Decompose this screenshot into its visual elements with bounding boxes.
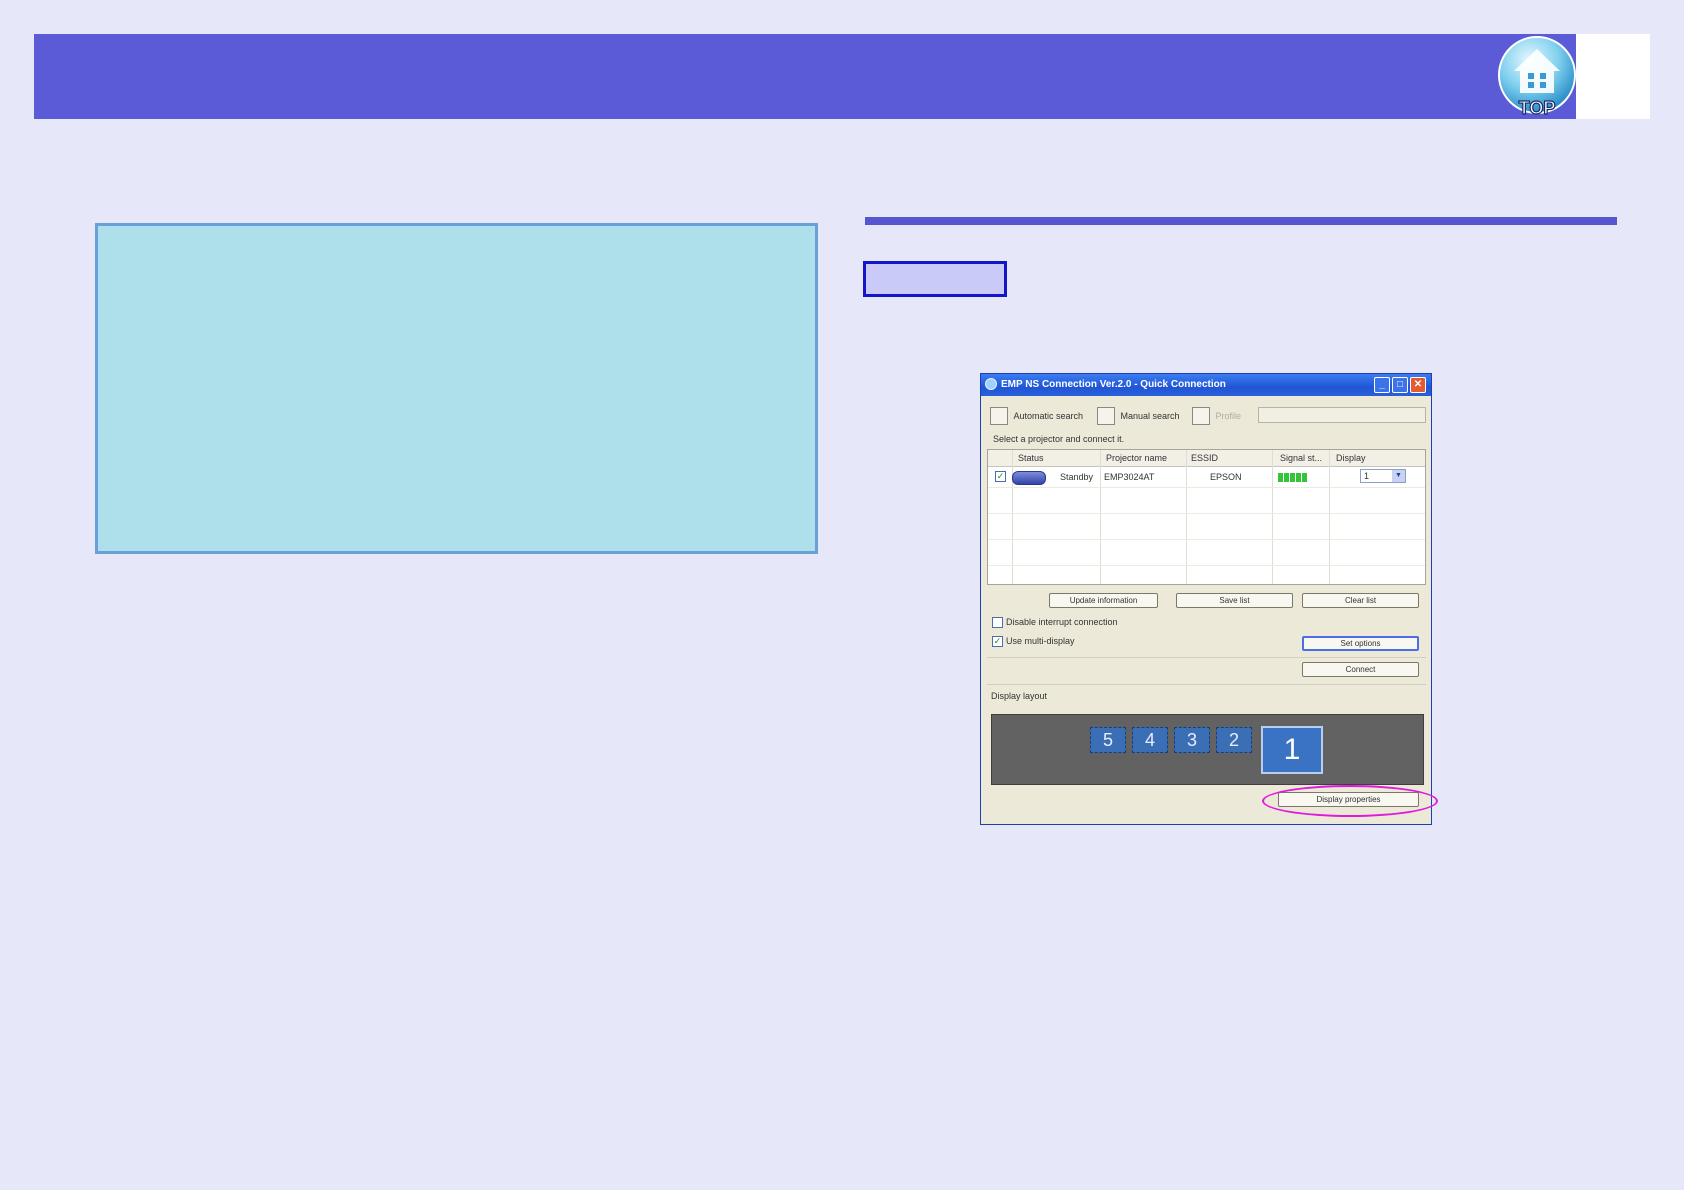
column-separator <box>1272 450 1273 584</box>
projector-checkbox[interactable]: ✓ <box>995 471 1006 482</box>
hint-text: Select a projector and connect it. <box>993 434 1125 444</box>
display-layout-panel[interactable]: 5 4 3 2 1 <box>991 714 1424 785</box>
profile-icon <box>1192 407 1210 425</box>
divider <box>987 684 1426 685</box>
automatic-search-icon <box>990 407 1008 425</box>
monitor-1-main[interactable]: 1 <box>1261 726 1323 774</box>
profile-button[interactable]: Profile <box>1192 407 1241 427</box>
row-divider <box>988 487 1425 488</box>
projector-list[interactable]: Status Projector name ESSID Signal st...… <box>987 449 1426 585</box>
home-icon: TOP <box>1498 36 1576 119</box>
section-rule <box>865 217 1617 225</box>
automatic-search-button[interactable]: Automatic search <box>990 407 1083 427</box>
set-options-button[interactable]: Set options <box>1302 636 1419 651</box>
column-essid[interactable]: ESSID <box>1191 453 1218 463</box>
dialog-titlebar[interactable]: EMP NS Connection Ver.2.0 - Quick Connec… <box>981 374 1431 396</box>
close-icon: ✕ <box>1413 379 1423 390</box>
column-display[interactable]: Display <box>1336 453 1366 463</box>
minimize-icon: _ <box>1379 379 1385 390</box>
top-label: TOP <box>1519 98 1556 118</box>
use-multi-display-option[interactable]: ✓ Use multi-display <box>992 636 1075 648</box>
profile-label: Profile <box>1215 411 1242 421</box>
essid-cell: EPSON <box>1210 472 1242 482</box>
disable-interrupt-checkbox[interactable] <box>992 617 1003 629</box>
row-divider <box>988 513 1425 514</box>
column-signal[interactable]: Signal st... <box>1280 453 1322 463</box>
save-list-button[interactable]: Save list <box>1176 593 1293 608</box>
use-multi-display-checkbox[interactable]: ✓ <box>992 636 1003 648</box>
display-select-value: 1 <box>1364 471 1370 481</box>
column-separator <box>1186 450 1187 584</box>
monitor-2[interactable]: 2 <box>1216 727 1252 753</box>
disable-interrupt-option[interactable]: Disable interrupt connection <box>992 617 1118 629</box>
manual-search-icon <box>1097 407 1115 425</box>
procedure-tag <box>863 261 1007 297</box>
list-header: Status Projector name ESSID Signal st...… <box>988 450 1425 467</box>
minimize-button[interactable]: _ <box>1374 377 1390 393</box>
disable-interrupt-label: Disable interrupt connection <box>1006 617 1118 627</box>
chevron-down-icon: ▼ <box>1392 470 1405 482</box>
monitor-3[interactable]: 3 <box>1174 727 1210 753</box>
column-separator <box>1100 450 1101 584</box>
header-bar <box>34 34 1576 119</box>
signal-strength-bars <box>1278 473 1312 482</box>
profile-path-field[interactable] <box>1258 407 1426 423</box>
info-box <box>95 223 818 554</box>
maximize-button[interactable]: □ <box>1392 377 1408 393</box>
display-layout-label: Display layout <box>991 691 1048 701</box>
row-divider <box>988 565 1425 566</box>
monitor-4[interactable]: 4 <box>1132 727 1168 753</box>
row-divider <box>988 539 1425 540</box>
projector-icon <box>1012 471 1046 485</box>
column-projector-name[interactable]: Projector name <box>1106 453 1167 463</box>
maximize-icon: □ <box>1396 379 1404 390</box>
quick-connection-dialog: EMP NS Connection Ver.2.0 - Quick Connec… <box>980 373 1432 825</box>
column-status[interactable]: Status <box>1018 453 1044 463</box>
automatic-search-label: Automatic search <box>1013 411 1084 421</box>
dialog-title: EMP NS Connection Ver.2.0 - Quick Connec… <box>1001 379 1226 390</box>
header-page-area <box>1576 34 1650 119</box>
column-separator <box>1329 450 1330 584</box>
close-button[interactable]: ✕ <box>1410 377 1426 393</box>
manual-search-button[interactable]: Manual search <box>1097 407 1180 427</box>
projector-name-cell: EMP3024AT <box>1104 472 1155 482</box>
update-information-button[interactable]: Update information <box>1049 593 1158 608</box>
status-cell: Standby <box>1060 472 1094 482</box>
highlight-ellipse <box>1262 785 1438 817</box>
divider <box>987 657 1426 658</box>
monitor-5[interactable]: 5 <box>1090 727 1126 753</box>
use-multi-display-label: Use multi-display <box>1006 636 1075 646</box>
connect-button[interactable]: Connect <box>1302 662 1419 677</box>
display-select[interactable]: 1 ▼ <box>1360 469 1406 483</box>
manual-search-label: Manual search <box>1120 411 1180 421</box>
app-icon <box>985 378 997 390</box>
clear-list-button[interactable]: Clear list <box>1302 593 1419 608</box>
column-separator <box>1012 450 1013 584</box>
top-home-button[interactable]: TOP <box>1497 35 1577 119</box>
